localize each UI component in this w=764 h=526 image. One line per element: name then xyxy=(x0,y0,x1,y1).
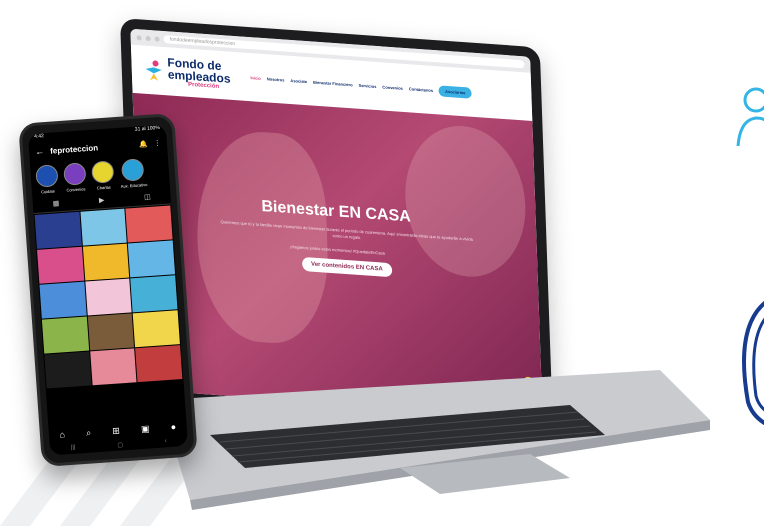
more-options-icon[interactable]: ⋮ xyxy=(154,139,161,147)
nav-item-asociate[interactable]: Asociate xyxy=(290,77,307,83)
highlight-label: Charlas xyxy=(96,184,111,191)
status-time: 4:42 xyxy=(33,133,45,140)
nav-item-servicios[interactable]: Servicios xyxy=(358,82,376,88)
post-thumbnail[interactable] xyxy=(135,345,183,383)
person-outline-icon xyxy=(736,87,764,147)
notification-bell-icon[interactable]: 🔔 xyxy=(139,140,148,149)
search-icon[interactable]: ⌕ xyxy=(86,428,92,439)
post-thumbnail[interactable] xyxy=(82,243,130,281)
asociarme-button[interactable]: Asociarme xyxy=(438,84,472,99)
smartphone: 4:42 31 al 100% ← feproteccion 🔔 ⋮ Cuida… xyxy=(18,112,198,468)
back-button-icon[interactable]: ‹ xyxy=(165,438,167,445)
tagged-tab-icon[interactable]: ◫ xyxy=(144,193,151,201)
post-thumbnail[interactable] xyxy=(80,208,128,246)
window-close-dot[interactable] xyxy=(136,34,142,41)
highlight-label: Aux. Educativo xyxy=(120,181,148,189)
post-thumbnail[interactable] xyxy=(133,310,180,348)
post-thumbnail[interactable] xyxy=(128,240,176,278)
post-thumbnail[interactable] xyxy=(41,316,89,354)
nav-item-contactanos[interactable]: Contáctanos xyxy=(409,86,433,93)
blue-ring-decoration xyxy=(742,300,764,426)
highlight-cover xyxy=(91,160,115,184)
grid-tab-icon[interactable]: ▦ xyxy=(52,199,60,207)
post-thumbnail[interactable] xyxy=(44,351,92,389)
post-thumbnail[interactable] xyxy=(125,205,173,243)
nav-item-inicio[interactable]: Inicio xyxy=(250,75,261,81)
post-thumbnail[interactable] xyxy=(89,348,137,386)
post-thumbnail[interactable] xyxy=(130,275,178,313)
story-highlight[interactable]: Convenios xyxy=(63,162,87,193)
profile-avatar-icon[interactable]: ● xyxy=(170,422,176,433)
post-thumbnail[interactable] xyxy=(37,246,84,284)
add-post-icon[interactable]: ⊞ xyxy=(112,426,120,437)
home-button-icon[interactable]: ▢ xyxy=(117,441,123,448)
nav-item-nosotros[interactable]: Nosotros xyxy=(267,76,285,82)
highlight-cover xyxy=(121,158,145,182)
site-logo[interactable]: Fondo de empleados Protección xyxy=(141,55,231,91)
highlight-cover xyxy=(63,162,87,186)
nav-item-convenios[interactable]: Convenios xyxy=(382,84,403,90)
home-icon[interactable]: ⌂ xyxy=(59,429,65,440)
instagram-profile-screen: 4:42 31 al 100% ← feproteccion 🔔 ⋮ Cuida… xyxy=(27,124,189,456)
nav-item-bienestar-financiero[interactable]: Bienestar Financiero xyxy=(313,79,353,87)
reels-icon[interactable]: ▣ xyxy=(141,423,150,435)
highlight-cover xyxy=(35,164,59,188)
post-thumbnail[interactable] xyxy=(85,278,132,316)
story-highlight[interactable]: Charlas xyxy=(91,160,115,191)
highlight-label: Cuidate xyxy=(40,188,56,195)
back-arrow-icon[interactable]: ← xyxy=(35,146,45,157)
post-thumbnail[interactable] xyxy=(87,313,135,351)
story-highlight[interactable]: Cuidate xyxy=(35,164,59,194)
window-maximize-dot[interactable] xyxy=(154,35,160,42)
window-minimize-dot[interactable] xyxy=(145,35,151,41)
laptop-keyboard-deck xyxy=(160,370,710,510)
post-thumbnail[interactable] xyxy=(39,281,87,319)
recent-apps-icon[interactable]: ||| xyxy=(71,445,76,452)
logo-figure-icon xyxy=(145,60,162,81)
post-thumbnail[interactable] xyxy=(34,211,82,249)
main-navigation: Inicio Nosotros Asociate Bienestar Finan… xyxy=(250,72,472,99)
reels-tab-icon[interactable]: ▶ xyxy=(99,196,105,204)
story-highlight[interactable]: Aux. Educativo xyxy=(119,158,148,189)
logo-wordmark: Fondo de empleados Protección xyxy=(167,55,231,90)
posts-grid xyxy=(34,204,184,389)
status-battery: 31 al 100% xyxy=(134,124,161,133)
highlight-label: Convenios xyxy=(66,186,86,193)
